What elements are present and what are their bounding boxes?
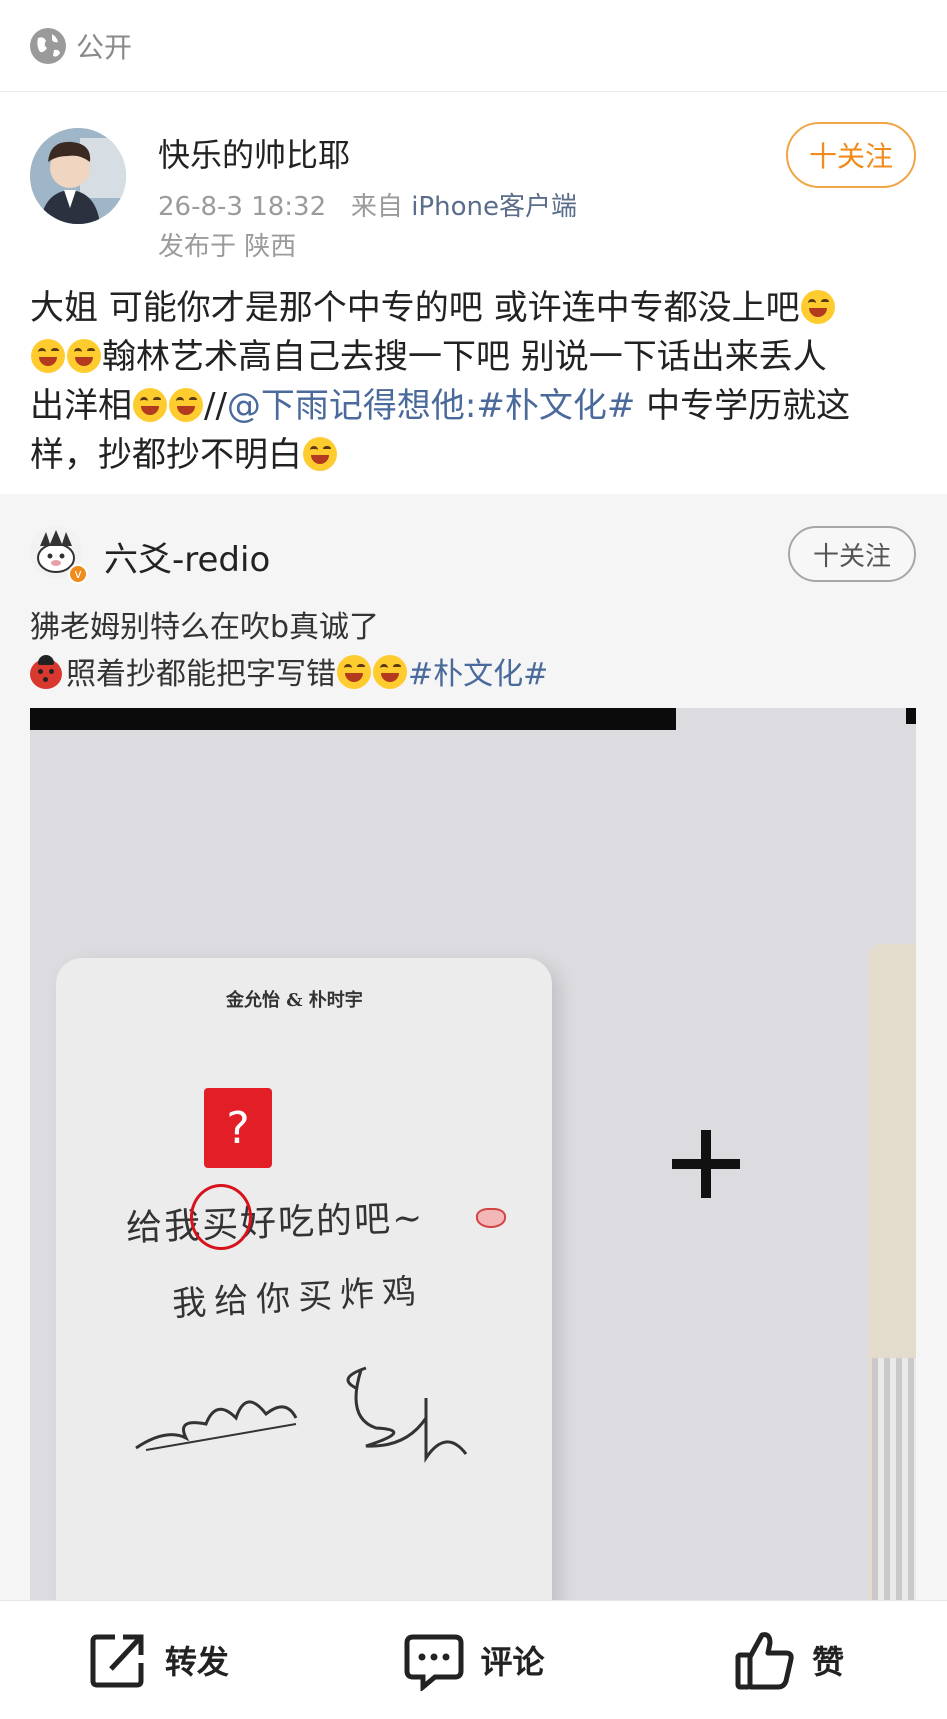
next-photo-stripes xyxy=(872,1358,916,1600)
card-title: 金允怡 & 朴时宇 xyxy=(226,990,363,1011)
mention-link[interactable]: @下雨记得想他: xyxy=(227,386,476,426)
thumbs-up-icon xyxy=(735,1632,794,1690)
post-text-line3: 出洋相 xyxy=(30,386,132,426)
repost-button[interactable]: 转发 xyxy=(0,1601,316,1719)
verified-badge: v xyxy=(68,564,88,584)
laugh-cry-emoji xyxy=(337,655,371,689)
post-source[interactable]: iPhone客户端 xyxy=(411,192,577,222)
visibility-label: 公开 xyxy=(76,30,133,64)
post-text-line1: 大姐 可能你才是那个中专的吧 或许连中专都没上吧 xyxy=(30,288,800,328)
follow-button[interactable]: 十关注 xyxy=(786,122,916,188)
like-label: 赞 xyxy=(812,1643,845,1681)
red-circle-mark xyxy=(190,1184,252,1250)
plus-icon xyxy=(672,1130,740,1198)
share-icon xyxy=(90,1634,144,1688)
post-body: 大姐 可能你才是那个中专的吧 或许连中专都没上吧 翰林艺术高自己去搜一下吧 别说… xyxy=(30,284,910,480)
globe-icon xyxy=(30,27,66,64)
repost-follow-button[interactable]: 十关注 xyxy=(788,526,916,582)
author-avatar[interactable] xyxy=(30,128,126,224)
topic-link[interactable]: #朴文化# xyxy=(476,386,635,426)
post-time: 26-8-3 18:32 xyxy=(158,192,327,222)
repost-text-line2: 照着抄都能把字写错 xyxy=(66,657,336,692)
post-text-line2: 翰林艺术高自己去搜一下吧 别说一下话出来丢人 xyxy=(102,337,827,377)
repost-label: 转发 xyxy=(164,1643,229,1681)
comment-label: 评论 xyxy=(480,1643,545,1681)
post-text-line4: 样，抄都抄不明白 xyxy=(30,435,302,475)
ladybug-emoji xyxy=(30,655,62,689)
handwriting-line1: 给我买好吃的吧~ xyxy=(125,1197,425,1250)
signatures xyxy=(135,1366,468,1463)
post-location: 发布于 陕西 xyxy=(158,232,297,262)
lips-icon xyxy=(476,1208,506,1228)
source-prefix: 来自 xyxy=(350,192,403,222)
laugh-cry-emoji xyxy=(133,388,167,422)
reposted-post[interactable]: v 六爻-redio 十关注 狒老姆别特么在吹b真诚了 照着抄都能把字写错 #朴文… xyxy=(0,494,947,1600)
laugh-cry-emoji xyxy=(373,655,407,689)
laugh-cry-emoji xyxy=(31,339,65,373)
author-name[interactable]: 快乐的帅比耶 xyxy=(158,130,350,176)
repost-author-name[interactable]: 六爻-redio xyxy=(104,532,270,581)
repost-body: 狒老姆别特么在吹b真诚了 照着抄都能把字写错 #朴文化# xyxy=(30,604,910,698)
repost-image[interactable]: 金允怡 & 朴时宇 ? 给我买好吃的吧~ 我给你买炸鸡 xyxy=(30,708,916,1600)
laugh-cry-emoji xyxy=(303,437,337,471)
post-meta: 26-8-3 18:32 来自 iPhone客户端 xyxy=(158,186,577,223)
question-mark-box: ? xyxy=(204,1088,272,1168)
post-text-line3-end: 中专学历就这 xyxy=(635,386,851,426)
repost-text-line1: 狒老姆别特么在吹b真诚了 xyxy=(30,610,380,645)
comment-icon xyxy=(404,1634,463,1691)
visibility-bar: 公开 xyxy=(0,0,947,92)
laugh-cry-emoji xyxy=(169,388,203,422)
like-button[interactable]: 赞 xyxy=(631,1601,947,1719)
image-corner-mark xyxy=(906,708,916,724)
comment-button[interactable]: 评论 xyxy=(316,1601,632,1719)
photo-card: 金允怡 & 朴时宇 ? 给我买好吃的吧~ 我给你买炸鸡 xyxy=(56,958,552,1600)
laugh-cry-emoji xyxy=(800,290,835,324)
handwriting-line2: 我给你买炸鸡 xyxy=(171,1271,426,1325)
laugh-cry-emoji xyxy=(67,339,101,373)
repost-topic-link[interactable]: #朴文化# xyxy=(408,657,548,692)
image-top-bar xyxy=(30,708,676,730)
repost-separator: // xyxy=(204,386,227,426)
action-bar: 转发 评论 赞 xyxy=(0,1600,947,1719)
